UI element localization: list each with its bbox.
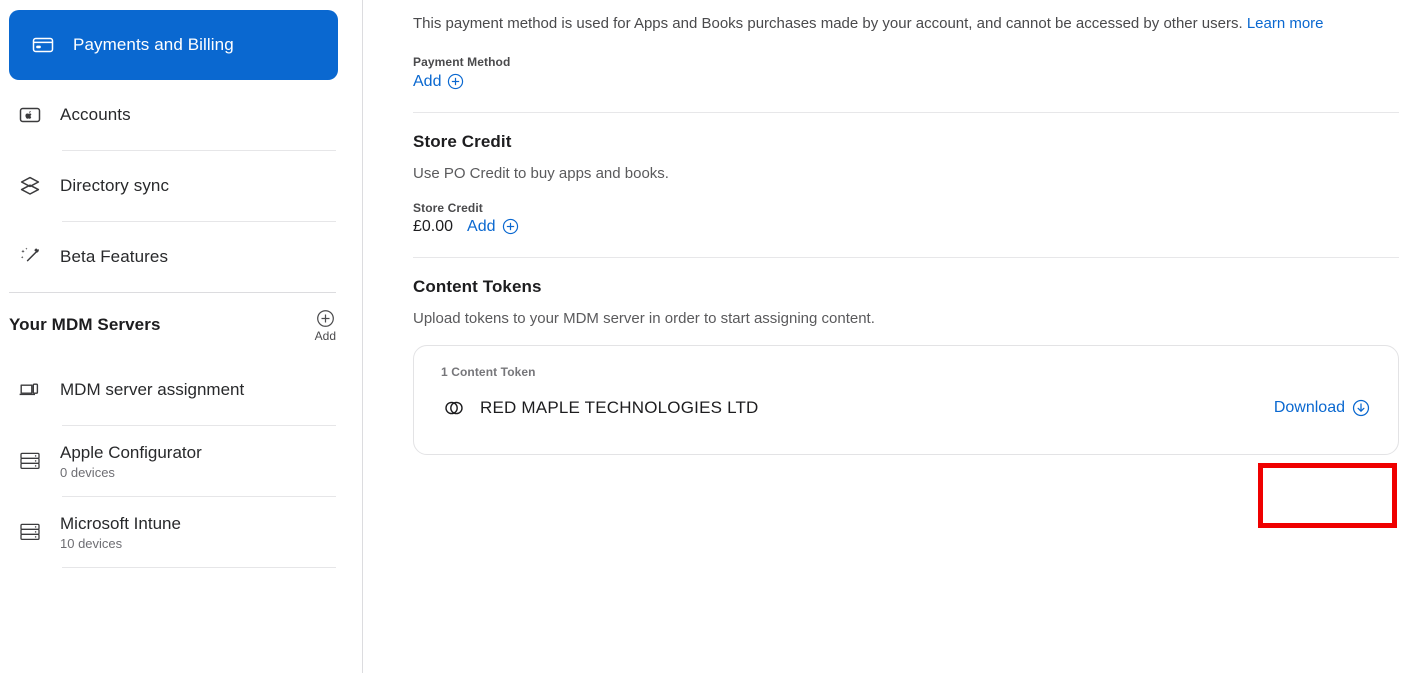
sidebar-servers-header: Your MDM Servers Add xyxy=(0,293,362,355)
sidebar-item-label: Beta Features xyxy=(60,246,169,266)
sidebar-nav: Payments and Billing Accounts Directory … xyxy=(0,0,362,568)
content-token-count: 1 Content Token xyxy=(441,364,536,379)
plus-circle-icon xyxy=(447,73,464,90)
store-credit-title: Store Credit xyxy=(413,131,512,151)
sidebar-item-mdm-server-assignment[interactable]: MDM server assignment xyxy=(0,355,362,425)
server-text: Apple Configurator 0 devices xyxy=(60,442,202,479)
download-circle-icon xyxy=(1352,399,1370,417)
token-left-group: RED MAPLE TECHNOLOGIES LTD xyxy=(442,396,759,420)
sidebar: Payments and Billing Accounts Directory … xyxy=(0,0,363,673)
add-label: Add xyxy=(413,72,442,90)
add-mdm-server-button[interactable]: Add xyxy=(315,309,336,343)
download-label: Download xyxy=(1273,398,1345,416)
laptop-icon xyxy=(14,374,46,406)
sidebar-item-label: Directory sync xyxy=(60,175,170,195)
store-credit-field-label: Store Credit xyxy=(413,200,483,215)
learn-more-link[interactable]: Learn more xyxy=(1247,15,1324,32)
content-token-name: RED MAPLE TECHNOLOGIES LTD xyxy=(480,397,759,417)
add-store-credit-button[interactable]: Add xyxy=(467,218,518,236)
server-text: Microsoft Intune 10 devices xyxy=(60,513,181,550)
server-name: Apple Configurator xyxy=(60,443,202,463)
sidebar-item-accounts[interactable]: Accounts xyxy=(0,80,362,150)
sidebar-divider xyxy=(62,567,336,568)
payment-intro-text: This payment method is used for Apps and… xyxy=(413,13,1399,36)
store-credit-row: £0.00 Add xyxy=(413,218,1399,236)
store-credit-description: Use PO Credit to buy apps and books. xyxy=(413,164,669,182)
add-label: Add xyxy=(467,217,496,235)
download-highlight-box xyxy=(1258,463,1397,528)
content-tokens-title: Content Tokens xyxy=(413,276,542,296)
plus-circle-icon xyxy=(316,309,335,328)
credit-card-icon xyxy=(27,29,59,61)
server-name: Microsoft Intune xyxy=(60,514,181,534)
sidebar-item-beta-features[interactable]: Beta Features xyxy=(0,222,362,292)
apple-device-icon xyxy=(14,99,46,131)
add-payment-method-button[interactable]: Add xyxy=(413,73,464,91)
store-credit-amount: £0.00 xyxy=(413,217,454,235)
intro-body: This payment method is used for Apps and… xyxy=(413,15,1247,32)
download-token-button[interactable]: Download xyxy=(1274,399,1370,417)
sidebar-item-payments-and-billing[interactable]: Payments and Billing xyxy=(9,10,338,80)
magic-wand-icon xyxy=(14,241,46,273)
payment-method-label: Payment Method xyxy=(413,54,511,69)
server-rack-icon xyxy=(14,516,46,548)
server-text: MDM server assignment xyxy=(60,379,244,400)
sidebar-item-microsoft-intune[interactable]: Microsoft Intune 10 devices xyxy=(0,497,362,567)
main-inner: This payment method is used for Apps and… xyxy=(363,0,1419,455)
content-token-card: 1 Content Token RED MAPLE TECHNOLOGIES L… xyxy=(413,344,1399,455)
main-content: This payment method is used for Apps and… xyxy=(363,0,1419,673)
layers-icon xyxy=(14,170,46,202)
app-window: Payments and Billing Accounts Directory … xyxy=(0,0,1419,673)
section-divider xyxy=(413,256,1399,258)
content-tokens-description: Upload tokens to your MDM server in orde… xyxy=(413,309,875,327)
server-device-count: 0 devices xyxy=(60,464,115,480)
servers-section-title: Your MDM Servers xyxy=(9,315,161,334)
sidebar-item-label: Payments and Billing xyxy=(73,34,234,54)
server-rack-icon xyxy=(14,445,46,477)
sidebar-item-directory-sync[interactable]: Directory sync xyxy=(0,151,362,221)
add-label: Add xyxy=(314,329,336,343)
section-divider xyxy=(413,111,1399,113)
content-token-icon xyxy=(442,396,466,420)
server-name: MDM server assignment xyxy=(60,380,245,400)
sidebar-item-apple-configurator[interactable]: Apple Configurator 0 devices xyxy=(0,426,362,496)
sidebar-item-label: Accounts xyxy=(60,104,131,124)
content-token-row: RED MAPLE TECHNOLOGIES LTD Download xyxy=(414,379,1398,420)
plus-circle-icon xyxy=(502,218,519,235)
server-device-count: 10 devices xyxy=(60,535,123,551)
